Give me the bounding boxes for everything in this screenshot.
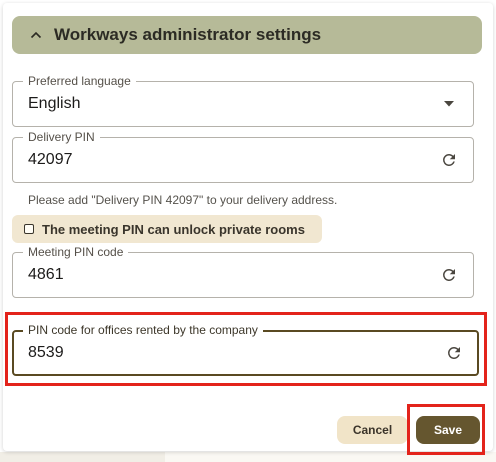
cancel-button[interactable]: Cancel [337,416,408,444]
preferred-language-value: English [28,95,81,112]
preferred-language-select[interactable]: Preferred language English [12,74,474,127]
refresh-icon[interactable] [439,150,459,170]
meeting-pin-field[interactable]: Meeting PIN code 4861 [12,245,474,298]
settings-section-header[interactable]: Workways administrator settings [12,16,482,54]
checkbox-icon[interactable] [24,224,34,234]
delivery-pin-value: 42097 [28,151,73,168]
delivery-pin-field[interactable]: Delivery PIN 42097 [12,130,474,183]
delivery-pin-helper-text: Please add "Delivery PIN 42097" to your … [28,193,338,207]
meeting-pin-value: 4861 [28,266,64,283]
meeting-pin-unlock-checkbox[interactable]: The meeting PIN can unlock private rooms [12,215,322,243]
refresh-icon[interactable] [439,265,459,285]
meeting-pin-unlock-label: The meeting PIN can unlock private rooms [42,221,305,237]
office-pin-highlight [5,312,487,386]
dropdown-arrow-icon[interactable] [439,94,459,114]
save-button-highlight [407,404,485,455]
section-title: Workways administrator settings [54,25,322,44]
chevron-up-icon[interactable] [26,25,46,45]
